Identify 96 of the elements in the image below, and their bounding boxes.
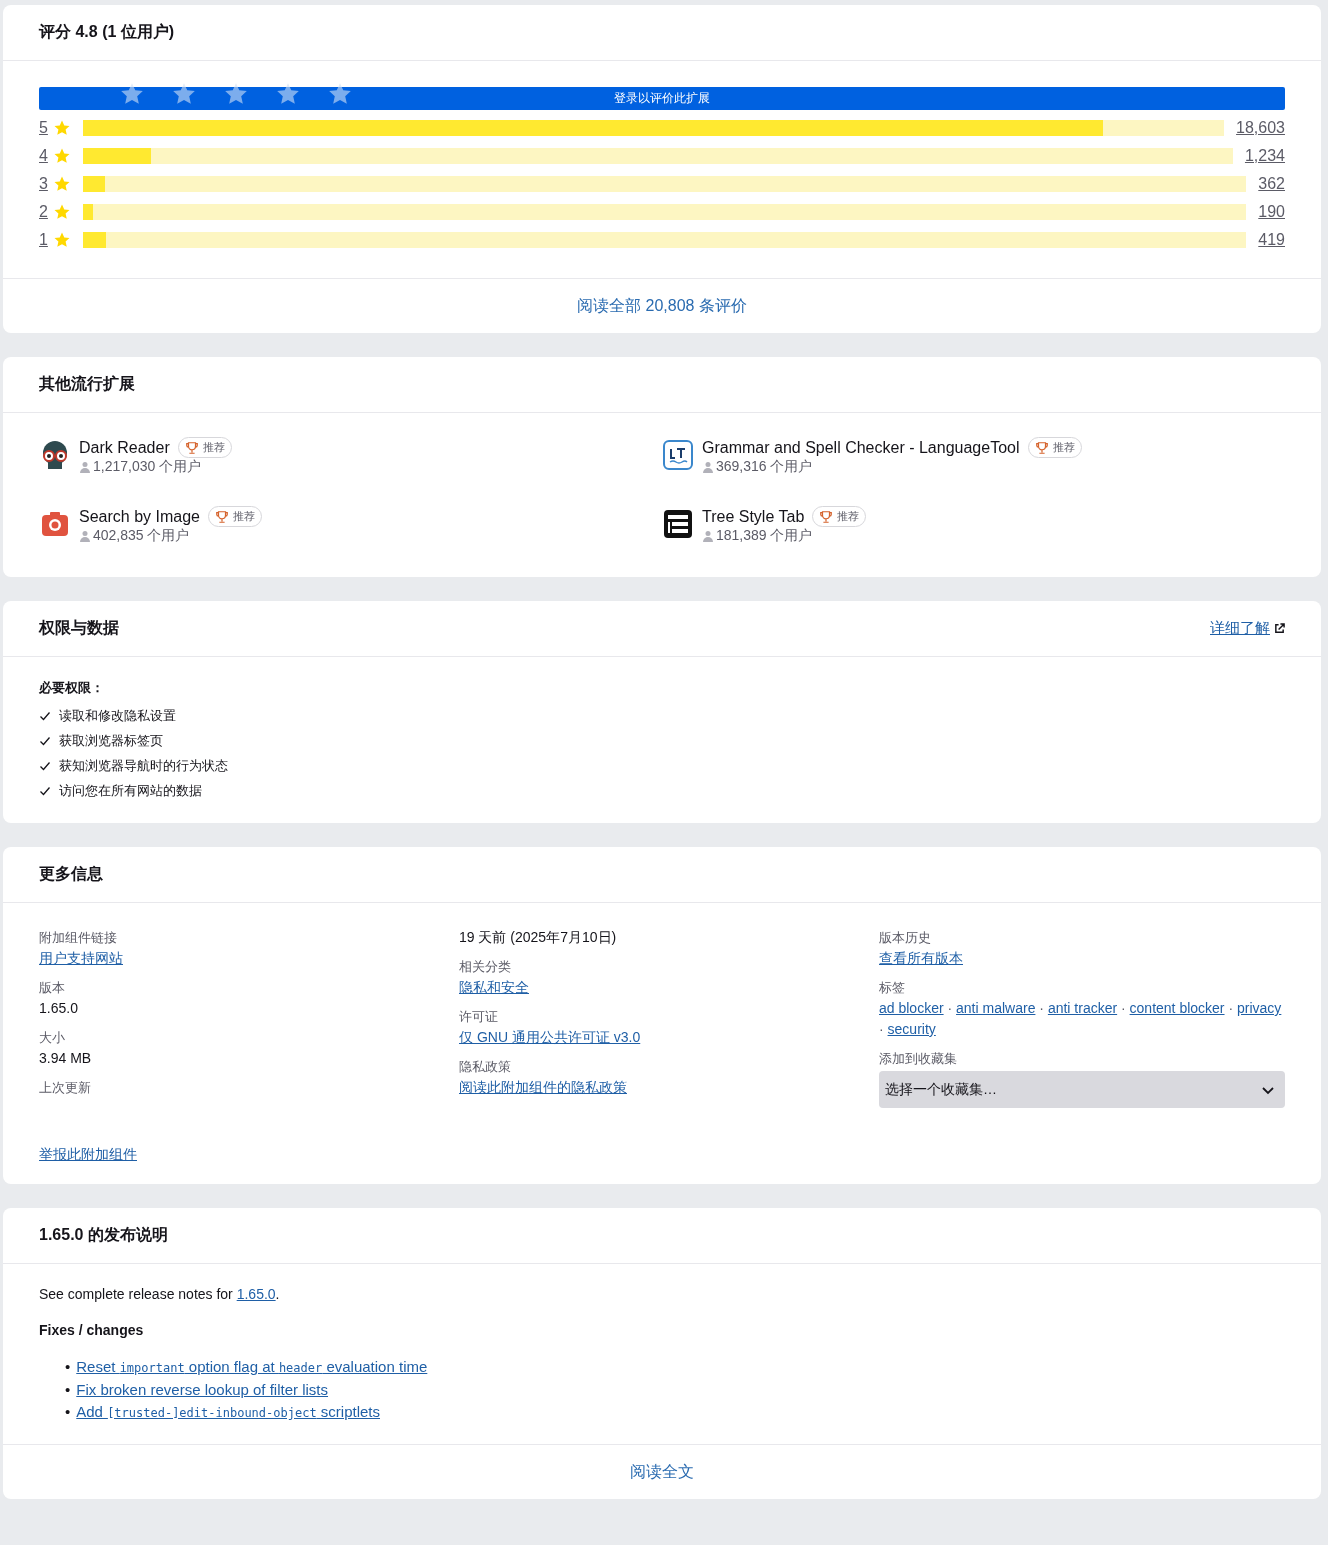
field-label: 标签 [879, 979, 906, 997]
section-title: 其他流行扩展 [39, 374, 135, 394]
count-link[interactable]: 18,603 [1236, 119, 1285, 137]
star-outline-icon [119, 81, 145, 107]
version-link[interactable]: 1.65.0 [236, 1286, 276, 1302]
star-outline-icon [275, 81, 301, 107]
field-link[interactable]: 查看所有版本 [879, 950, 963, 966]
field-value: 19 天前 (2025年7月10日) [459, 928, 618, 947]
collection-select[interactable]: 选择一个收藏集… [879, 1071, 1285, 1108]
field-label: 添加到收藏集 [879, 1050, 958, 1068]
field-label: 版本历史 [879, 929, 932, 947]
field-link[interactable]: 用户支持网站 [39, 950, 123, 966]
separator-dot: · [1121, 1000, 1126, 1016]
check-icon [39, 759, 51, 772]
extension-link[interactable]: Search by Image [79, 507, 200, 526]
extension-link[interactable]: Dark Reader [79, 438, 170, 457]
field-link[interactable]: 仅 GNU 通用公共许可证 v3.0 [459, 1029, 641, 1045]
learn-more-link[interactable]: 详细了解 [1210, 619, 1285, 638]
rating-link[interactable]: 2 [39, 203, 51, 221]
count-link[interactable]: 362 [1258, 175, 1285, 193]
extension-link[interactable]: Tree Style Tab [702, 507, 805, 526]
bullet: • [65, 1358, 71, 1375]
section-title: 1.65.0 的发布说明 [39, 1225, 168, 1245]
star-outline-icon [327, 81, 353, 107]
count-link[interactable]: 1,234 [1244, 147, 1285, 165]
field-value: 1.65.0 [39, 999, 79, 1018]
bullet: • [65, 1403, 71, 1420]
check-icon [39, 784, 51, 797]
trophy-icon [1034, 440, 1049, 455]
note-link[interactable]: Reset important option flag at header evaluation time [76, 1358, 428, 1375]
notes-heading: Fixes / changes [39, 1322, 145, 1338]
permission-item: 读取和修改隐私设置 [59, 706, 176, 725]
trophy-icon [214, 509, 229, 524]
section-title: 评分 4.8 (1 位用户) [39, 22, 175, 42]
user-icon [79, 461, 91, 473]
lt-logo-icon [662, 439, 694, 471]
permission-item: 获知浏览器导航时的行为状态 [59, 756, 228, 775]
tag-link[interactable]: privacy [1237, 1000, 1282, 1016]
field-label: 版本 [39, 979, 66, 997]
rating-link[interactable]: 5 [39, 119, 51, 137]
star-icon [53, 203, 71, 221]
trophy-icon [819, 509, 834, 524]
star-icon [53, 231, 71, 249]
extension-link[interactable]: Grammar and Spell Checker - LanguageTool [702, 438, 1020, 457]
user-icon [702, 530, 714, 542]
tag-link[interactable]: ad blocker [879, 1000, 944, 1016]
field-label: 上次更新 [39, 1079, 92, 1097]
permission-item: 访问您在所有网站的数据 [59, 781, 202, 800]
rating-link[interactable]: 3 [39, 175, 51, 193]
read-more-link[interactable]: 阅读全文 [630, 1463, 694, 1480]
external-link-icon [1274, 623, 1285, 634]
tag-link[interactable]: anti malware [956, 1000, 1036, 1016]
star-outline-icon [171, 81, 197, 107]
note-link[interactable]: Fix broken reverse lookup of filter lists [76, 1381, 329, 1398]
user-icon [79, 530, 91, 542]
trophy-icon [184, 440, 199, 455]
separator-dot: · [1228, 1000, 1234, 1016]
star-icon [53, 119, 71, 137]
section-title: 更多信息 [39, 864, 103, 884]
star-icon [53, 147, 71, 165]
tag-link[interactable]: anti tracker [1047, 1000, 1118, 1016]
field-link[interactable]: 隐私和安全 [459, 979, 529, 995]
field-label: 附加组件链接 [39, 929, 118, 947]
check-icon [39, 709, 51, 722]
field-label: 许可证 [459, 1008, 499, 1026]
section-title: 权限与数据 [39, 618, 119, 638]
count-link[interactable]: 419 [1258, 231, 1285, 249]
field-label: 隐私政策 [459, 1058, 512, 1076]
separator-dot: · [947, 1000, 953, 1016]
field-link[interactable]: 阅读此附加组件的隐私政策 [459, 1079, 627, 1095]
tag-link[interactable]: security [887, 1021, 936, 1037]
star-outline-icon [223, 81, 249, 107]
check-icon [39, 734, 51, 747]
separator-dot: · [879, 1021, 884, 1037]
rating-link[interactable]: 4 [39, 147, 51, 165]
permissions-label: 必要权限： [39, 679, 105, 697]
user-count: 402,835 个用户 [93, 527, 190, 545]
count-link[interactable]: 190 [1258, 203, 1285, 221]
field-label: 大小 [39, 1029, 66, 1047]
read-all-link[interactable]: 阅读全部 20,808 条评价 [577, 297, 747, 314]
user-count: 369,316 个用户 [716, 458, 813, 476]
intro-text: See complete release notes for 1.65.0. [39, 1286, 281, 1302]
user-count: 181,389 个用户 [716, 527, 813, 545]
separator-dot: · [1039, 1000, 1044, 1016]
permission-item: 获取浏览器标签页 [59, 731, 163, 750]
note-link[interactable]: Add [trusted-]edit-inbound-object scriptlets [76, 1403, 380, 1420]
tree-list-icon [662, 508, 694, 540]
tag-link[interactable]: content blocker [1129, 1000, 1225, 1016]
user-count: 1,217,030 个用户 [93, 458, 202, 476]
rating-link[interactable]: 1 [39, 231, 51, 249]
bullet: • [65, 1381, 71, 1398]
report-link[interactable]: 举报此附加组件 [39, 1146, 137, 1162]
user-icon [702, 461, 714, 473]
field-value: 3.94 MB [39, 1049, 93, 1068]
star-icon [53, 175, 71, 193]
field-label: 相关分类 [459, 958, 512, 976]
